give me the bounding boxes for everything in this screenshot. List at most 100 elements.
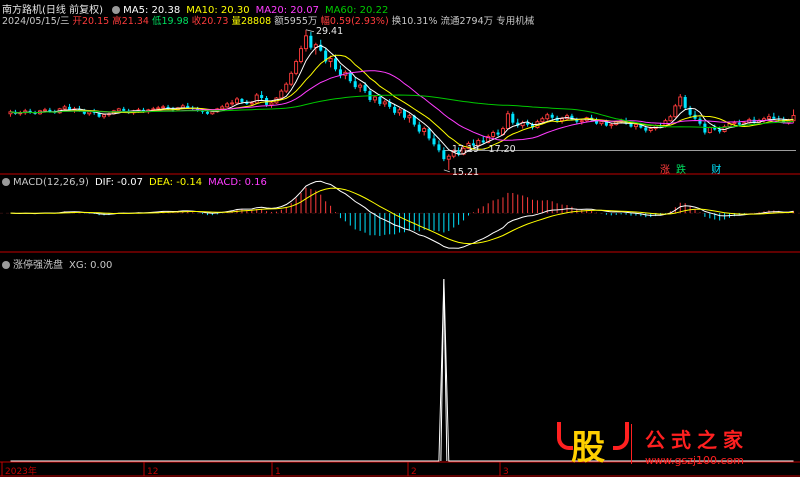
- candle-body-up: [560, 118, 565, 122]
- logo-glyph: 股: [571, 428, 605, 468]
- candle-body-up: [648, 128, 653, 132]
- candle-body-up: [491, 132, 496, 137]
- candle-body-down: [437, 144, 441, 151]
- candle-body-up: [230, 102, 235, 105]
- axis-label: 12: [147, 467, 158, 477]
- financial-report-tag[interactable]: 财: [711, 165, 721, 176]
- candle-body-down: [718, 129, 722, 132]
- candle-body-up: [249, 102, 254, 105]
- candle-body-down: [427, 128, 431, 139]
- candle-body-up: [599, 121, 604, 125]
- macd-bar-value: MACD: 0.16: [208, 177, 267, 188]
- axis-label: 2023年: [5, 465, 37, 477]
- macd-settings-dot-icon[interactable]: [2, 178, 10, 186]
- candle-body-up: [254, 94, 259, 104]
- candle-body-up: [87, 111, 92, 115]
- candle-body-down: [432, 138, 436, 145]
- candle-body-down: [511, 113, 515, 123]
- candle-body-up: [328, 58, 333, 62]
- candle-body-down: [240, 98, 244, 102]
- candle-body-up: [446, 155, 451, 160]
- axis-label: 2: [411, 467, 417, 477]
- candle-body-down: [683, 97, 687, 108]
- candle-body-up: [668, 116, 673, 122]
- kline-chart[interactable]: 2023年 12 1 2 3: [0, 0, 800, 477]
- candle-body-up: [372, 96, 377, 101]
- candle-body-down: [353, 81, 357, 88]
- candle-body-down: [260, 95, 264, 98]
- xg-title[interactable]: 涨停强洗盘: [13, 260, 63, 271]
- candle-body-up: [42, 109, 47, 112]
- candle-body-down: [393, 106, 397, 113]
- candle-body-down: [417, 124, 421, 132]
- candle-body-up: [279, 90, 284, 99]
- low-pointer: [443, 169, 450, 173]
- candle-body-down: [205, 111, 209, 114]
- logo-horn-left-icon: [557, 422, 573, 450]
- candle-body-up: [382, 101, 387, 105]
- candle-body-down: [644, 127, 648, 131]
- candle-body-up: [633, 124, 638, 128]
- candle-body-down: [550, 114, 554, 118]
- candle-body-up: [299, 48, 304, 62]
- candle-body-down: [333, 58, 338, 70]
- candle-body-up: [289, 72, 294, 85]
- peak-price-label: 29.41: [315, 25, 344, 37]
- candle-body-up: [284, 83, 289, 92]
- axis-label: 3: [503, 467, 509, 477]
- xg-settings-dot-icon[interactable]: [2, 261, 10, 269]
- candle-body-up: [102, 114, 107, 118]
- candlestick-series[interactable]: [8, 29, 796, 170]
- xg-value: XG: 0.00: [69, 260, 113, 271]
- candle-body-down: [402, 109, 406, 118]
- candle-body-up: [116, 108, 121, 112]
- axis-label: 1: [275, 467, 281, 477]
- candle-body-down: [363, 85, 367, 92]
- candle-body-down: [703, 123, 707, 133]
- logo-text: 公式之家: [645, 428, 749, 452]
- candle-body-down: [122, 108, 126, 111]
- candle-body-down: [629, 123, 633, 127]
- candle-body-up: [235, 98, 239, 104]
- ma-line-ma5: [10, 44, 794, 155]
- candle-body-down: [772, 116, 776, 119]
- candle-body-up: [707, 127, 712, 133]
- candle-body-up: [766, 116, 771, 120]
- candle-body-down: [481, 140, 485, 143]
- candle-body-up: [422, 128, 427, 132]
- macd-series: [0, 180, 800, 249]
- logo-horn-right-icon: [613, 422, 629, 450]
- candle-body-up: [673, 105, 678, 118]
- watermark-logo: 股 公式之家 www.gszj100.com: [553, 418, 793, 474]
- logo-url[interactable]: www.gszj100.com: [645, 454, 744, 467]
- candle-body-up: [540, 118, 545, 123]
- candle-body-down: [348, 72, 352, 82]
- time-axis: 2023年 12 1 2 3: [1, 462, 509, 477]
- dif-line: [10, 180, 794, 249]
- candle-body-down: [698, 118, 702, 124]
- candle-body-up: [732, 122, 737, 125]
- candle-body-down: [338, 69, 342, 76]
- ma-line-ma10: [10, 54, 794, 150]
- candle-body-down: [496, 132, 500, 135]
- candle-body-up: [407, 115, 412, 119]
- macd-dea-value: DEA: -0.14: [149, 177, 203, 188]
- macd-title[interactable]: MACD(12,26,9): [13, 177, 89, 188]
- candle-body-up: [505, 113, 510, 130]
- candle-body-up: [678, 96, 683, 107]
- candle-body-down: [442, 150, 446, 160]
- candle-body-up: [156, 107, 161, 110]
- event-tags: 涨跌 财: [660, 161, 721, 176]
- candle-body-up: [220, 106, 225, 110]
- limit-down-tag[interactable]: 跌: [676, 165, 686, 176]
- limit-up-tag[interactable]: 涨: [660, 165, 670, 176]
- candle-body-up: [609, 124, 614, 127]
- candle-body-down: [737, 122, 741, 125]
- low-price-label: 15.21: [451, 166, 480, 178]
- dea-line: [10, 187, 794, 245]
- macd-header: MACD(12,26,9) DIF: -0.07 DEA: -0.14 MACD: 0…: [2, 177, 273, 188]
- candle-body-up: [579, 120, 584, 123]
- logo-divider: [631, 424, 632, 464]
- range-label: 17.19 - 17.20: [451, 144, 516, 156]
- candle-body-up: [225, 103, 230, 108]
